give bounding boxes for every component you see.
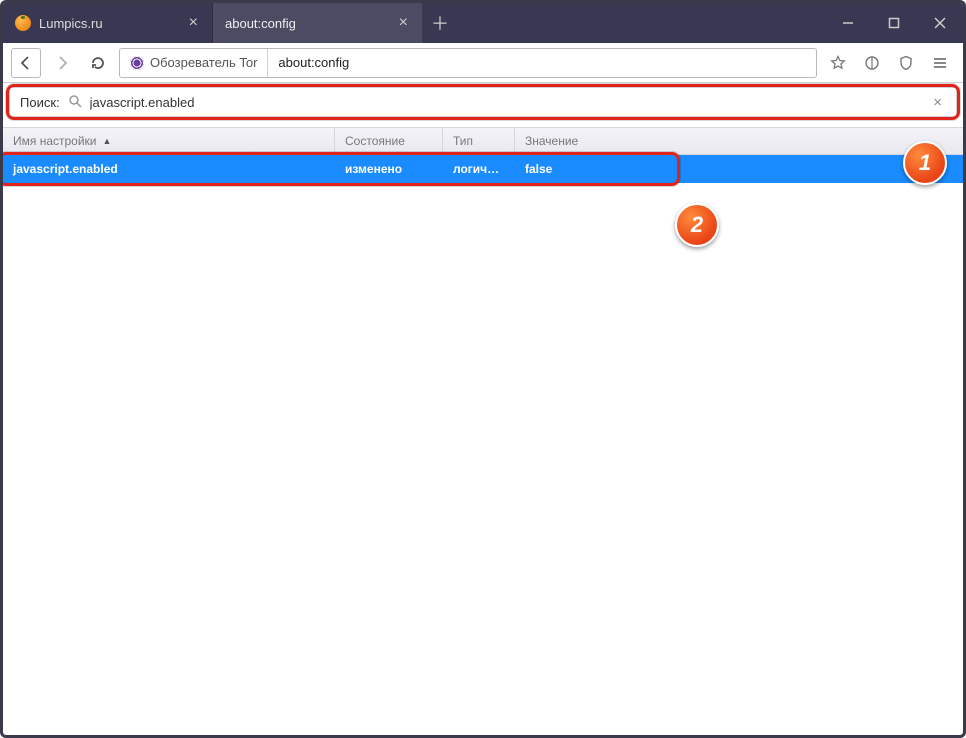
pref-row-javascript-enabled[interactable]: javascript.enabled изменено логическ… fa…: [3, 155, 963, 183]
address-bar[interactable]: Обозреватель Tor about:config: [119, 48, 817, 78]
pref-value: false: [515, 162, 963, 176]
toolbar-right: [823, 48, 955, 78]
bookmark-star-icon[interactable]: [823, 48, 853, 78]
column-header-type[interactable]: Тип: [443, 128, 515, 154]
tor-circuit-icon[interactable]: [857, 48, 887, 78]
search-icon: [68, 94, 82, 111]
annotation-badge-1: 1: [903, 141, 947, 185]
menu-button[interactable]: [925, 48, 955, 78]
reload-button[interactable]: [83, 48, 113, 78]
clear-search-icon[interactable]: ×: [929, 94, 946, 111]
identity-block[interactable]: Обозреватель Tor: [120, 49, 268, 77]
new-tab-button[interactable]: ＋: [423, 3, 457, 43]
config-table-header: Имя настройки ▲ Состояние Тип Значение: [3, 127, 963, 155]
column-header-state[interactable]: Состояние: [335, 128, 443, 154]
pref-type: логическ…: [443, 162, 515, 176]
identity-label: Обозреватель Tor: [150, 55, 257, 70]
pref-name: javascript.enabled: [3, 162, 335, 176]
column-header-name[interactable]: Имя настройки ▲: [3, 128, 335, 154]
security-shield-icon[interactable]: [891, 48, 921, 78]
sort-ascending-icon: ▲: [103, 136, 112, 146]
column-header-value[interactable]: Значение: [515, 128, 963, 154]
forward-button[interactable]: [47, 48, 77, 78]
config-search-row: Поиск: ×: [9, 87, 957, 117]
tab-lumpics[interactable]: Lumpics.ru ×: [3, 3, 213, 43]
tab-title: about:config: [225, 16, 389, 31]
browser-window: Lumpics.ru × about:config × ＋: [0, 0, 966, 738]
pref-state: изменено: [335, 162, 443, 176]
close-window-button[interactable]: [917, 3, 963, 43]
search-label: Поиск:: [20, 95, 60, 110]
config-search-bar: Поиск: ×: [9, 87, 957, 117]
back-button[interactable]: [11, 48, 41, 78]
title-bar: Lumpics.ru × about:config × ＋: [3, 3, 963, 43]
tor-onion-icon: [130, 56, 144, 70]
close-tab-icon[interactable]: ×: [187, 14, 200, 32]
orange-favicon-icon: [15, 15, 31, 31]
navigation-toolbar: Обозреватель Tor about:config: [3, 43, 963, 83]
tab-title: Lumpics.ru: [39, 16, 179, 31]
annotation-badge-2: 2: [675, 203, 719, 247]
minimize-button[interactable]: [825, 3, 871, 43]
window-controls: [825, 3, 963, 43]
url-text: about:config: [268, 55, 816, 70]
config-search-input[interactable]: [90, 95, 922, 110]
maximize-button[interactable]: [871, 3, 917, 43]
close-tab-icon[interactable]: ×: [397, 14, 410, 32]
tab-about-config[interactable]: about:config ×: [213, 3, 423, 43]
